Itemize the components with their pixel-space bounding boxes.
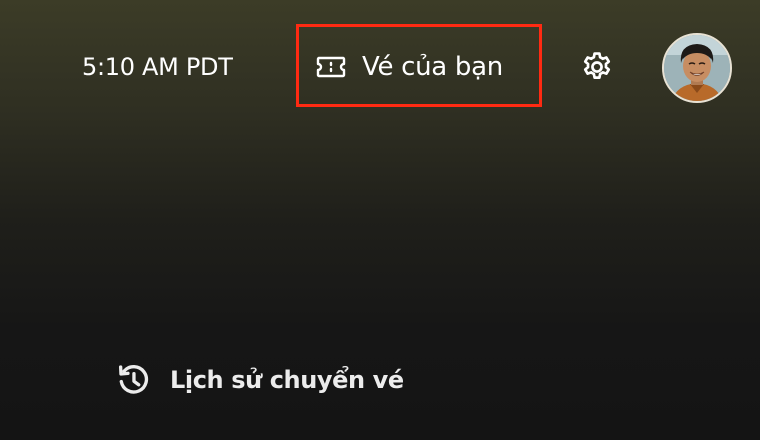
avatar-photo	[664, 35, 730, 101]
history-icon	[118, 365, 149, 394]
your-tickets-button[interactable]: Vé của bạn	[296, 24, 542, 107]
user-avatar[interactable]	[662, 33, 732, 103]
your-tickets-label: Vé của bạn	[362, 52, 503, 82]
current-time: 5:10 AM PDT	[82, 53, 233, 81]
ticket-icon	[316, 56, 346, 78]
gear-icon[interactable]	[580, 50, 614, 84]
ticket-transfer-history-link[interactable]: Lịch sử chuyển vé	[114, 360, 404, 400]
ticket-transfer-history-label: Lịch sử chuyển vé	[170, 366, 404, 394]
